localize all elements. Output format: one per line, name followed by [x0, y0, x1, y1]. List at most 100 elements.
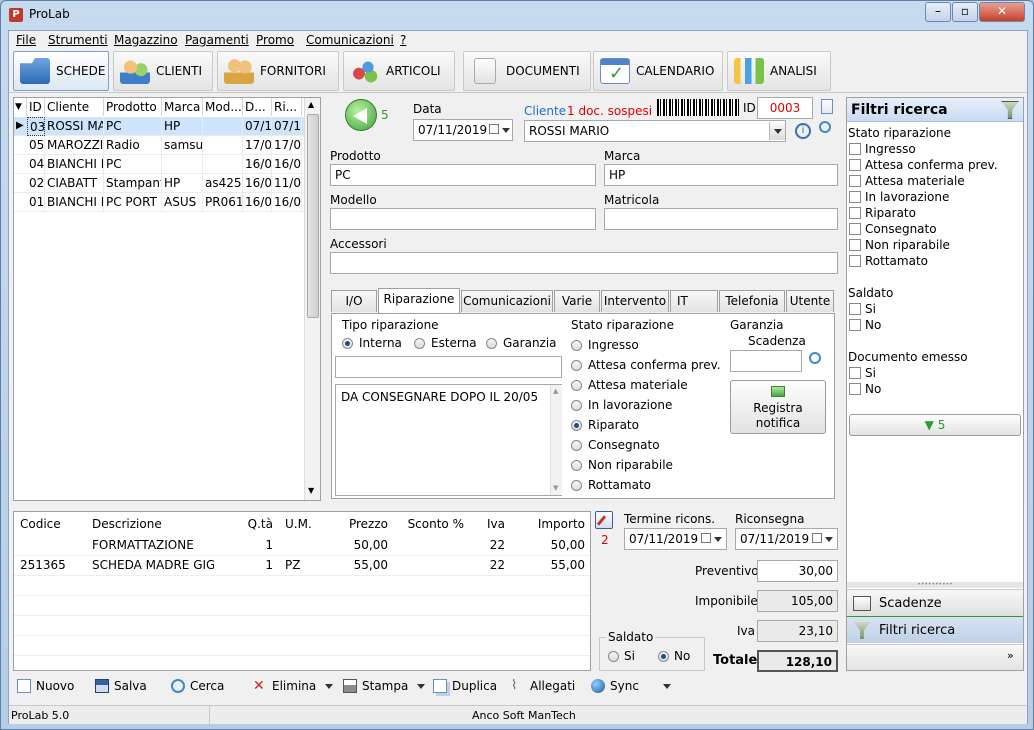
termine-field[interactable]: 07/11/2019	[624, 528, 727, 550]
stato-radio[interactable]	[571, 400, 582, 411]
stato-option-label[interactable]: In lavorazione	[588, 398, 672, 412]
filter-stato-option-label[interactable]: Attesa materiale	[865, 174, 965, 188]
registra-notifica-button[interactable]: Registra notifica	[730, 380, 826, 434]
allegati-button[interactable]: ⌇ Allegati	[511, 675, 575, 697]
close-button[interactable]: ✕	[979, 2, 1025, 22]
cliente-dropdown-button[interactable]	[769, 122, 785, 140]
prodotto-field[interactable]: PC	[330, 164, 596, 186]
col-marca[interactable]: Marca	[162, 98, 203, 116]
col-modello[interactable]: Mod...	[203, 98, 243, 116]
preventivo-field[interactable]: 30,00	[757, 560, 838, 582]
filter-documento-si-checkbox[interactable]	[849, 367, 861, 379]
toolbar-analisi-button[interactable]: ANALISI	[727, 51, 831, 91]
tipo-garanzia-label[interactable]: Garanzia	[503, 336, 557, 350]
table-row[interactable]: 02 CIABATT Stampant HP as425 16/0 11/0	[14, 174, 304, 193]
tab-varie[interactable]: Varie	[554, 290, 600, 312]
elimina-button[interactable]: ✕ Elimina	[253, 675, 316, 697]
col-qta[interactable]: Q.tà	[214, 514, 279, 534]
col-prodotto[interactable]: Prodotto	[104, 98, 162, 116]
tipo-interna-radio[interactable]	[342, 338, 353, 349]
elimina-dropdown-icon[interactable]	[325, 684, 333, 689]
scadenza-search-icon[interactable]	[809, 352, 821, 364]
menu-strumenti[interactable]: Strumenti	[48, 33, 108, 47]
search-icon[interactable]	[819, 121, 831, 133]
records-scrollbar[interactable]: ▲ ▼	[304, 98, 320, 500]
records-grid[interactable]: ▼ ID Cliente Prodotto Marca Mod... D... …	[13, 97, 321, 501]
accessori-field[interactable]	[330, 252, 838, 274]
apply-filter-button[interactable]: ▼ 5	[849, 414, 1021, 436]
riconsegna-chevron-icon[interactable]	[825, 537, 833, 542]
filter-saldato-si-checkbox[interactable]	[849, 303, 861, 315]
filter-documento-si-label[interactable]: Si	[865, 366, 876, 380]
termine-chevron-icon[interactable]	[714, 537, 722, 542]
table-row[interactable]: FORMATTAZIONE 1 50,00 22 50,00	[14, 535, 590, 555]
col-riconsegna[interactable]: Ri...	[272, 98, 302, 116]
chevron-down-icon[interactable]	[502, 128, 510, 133]
tab-intervento[interactable]: Intervento	[601, 290, 669, 312]
maximize-button[interactable]: ▫	[952, 2, 978, 22]
menu-magazzino[interactable]: Magazzino	[114, 33, 178, 47]
col-prezzo[interactable]: Prezzo	[324, 514, 394, 534]
sync-dropdown-icon[interactable]	[663, 684, 671, 689]
tipo-interna-label[interactable]: Interna	[359, 336, 402, 350]
stato-option-label[interactable]: Riparato	[588, 418, 639, 432]
tab-riparazione[interactable]: Riparazione	[378, 288, 460, 313]
esterna-field[interactable]	[335, 356, 562, 378]
filter-stato-checkbox[interactable]	[849, 239, 861, 251]
col-codice[interactable]: Codice	[14, 514, 86, 534]
table-row[interactable]: 05 MAROZZI Radio samsu 17/0 17/0	[14, 136, 304, 155]
minimize-button[interactable]: –	[925, 2, 951, 22]
table-row[interactable]: 01 BIANCHI F PC PORT ASUS PR061 16/0 16/0	[14, 193, 304, 212]
sospesi-link[interactable]: 1 doc. sospesi	[567, 104, 652, 118]
termine-calendar-icon[interactable]	[701, 533, 711, 543]
col-data[interactable]: D...	[243, 98, 272, 116]
new-document-icon[interactable]	[821, 99, 833, 114]
stato-radio[interactable]	[571, 440, 582, 451]
modello-field[interactable]	[330, 208, 596, 230]
navigate-back-button[interactable]	[345, 99, 377, 131]
tipo-esterna-label[interactable]: Esterna	[431, 336, 477, 350]
filter-saldato-no-checkbox[interactable]	[849, 319, 861, 331]
filter-stato-checkbox[interactable]	[849, 255, 861, 267]
filter-stato-checkbox[interactable]	[849, 159, 861, 171]
menu-file[interactable]: File	[16, 33, 36, 47]
col-importo[interactable]: Importo	[511, 514, 591, 534]
riconsegna-field[interactable]: 07/11/2019	[735, 528, 838, 550]
filter-stato-option-label[interactable]: Non riparabile	[865, 238, 950, 252]
tipo-garanzia-radio[interactable]	[486, 338, 497, 349]
saldato-si-radio[interactable]	[608, 651, 619, 662]
filter-saldato-si-label[interactable]: Si	[865, 302, 876, 316]
filter-stato-option-label[interactable]: Ingresso	[865, 142, 916, 156]
client-info-icon[interactable]: i	[795, 123, 811, 139]
tipo-esterna-radio[interactable]	[414, 338, 425, 349]
id-field[interactable]: 0003	[757, 97, 813, 119]
filter-stato-checkbox[interactable]	[849, 207, 861, 219]
saldato-si-label[interactable]: Si	[624, 649, 635, 663]
col-descrizione[interactable]: Descrizione	[86, 514, 214, 534]
nav-expand[interactable]: »	[847, 644, 1023, 670]
col-sconto[interactable]: Sconto %	[394, 514, 470, 534]
toolbar-schede-button[interactable]: SCHEDE	[13, 51, 109, 91]
cerca-button[interactable]: Cerca	[171, 675, 224, 697]
nuovo-button[interactable]: Nuovo	[17, 675, 74, 697]
col-id[interactable]: ID	[27, 98, 45, 116]
items-grid[interactable]: Codice Descrizione Q.tà U.M. Prezzo Sconto % I…	[13, 511, 591, 671]
col-iva[interactable]: Iva	[470, 514, 511, 534]
menu-comunicazioni[interactable]: Comunicazioni	[306, 33, 394, 47]
menu-help[interactable]: ?	[400, 33, 406, 47]
sync-button[interactable]: Sync	[591, 675, 639, 697]
salva-button[interactable]: Salva	[95, 675, 147, 697]
calendar-picker-icon[interactable]	[489, 124, 499, 134]
filter-documento-no-label[interactable]: No	[865, 382, 881, 396]
stato-option-label[interactable]: Rottamato	[588, 478, 651, 492]
filter-stato-checkbox[interactable]	[849, 223, 861, 235]
filter-stato-checkbox[interactable]	[849, 175, 861, 187]
filter-icon[interactable]	[1001, 101, 1019, 119]
scroll-down-icon[interactable]: ▼	[308, 486, 314, 495]
scroll-thumb[interactable]	[307, 114, 319, 318]
note-scrollbar[interactable]: ▲ ▼	[550, 385, 562, 495]
filter-documento-no-checkbox[interactable]	[849, 383, 861, 395]
scadenza-field[interactable]	[730, 350, 802, 372]
stato-option-label[interactable]: Attesa materiale	[588, 378, 688, 392]
stato-radio[interactable]	[571, 360, 582, 371]
